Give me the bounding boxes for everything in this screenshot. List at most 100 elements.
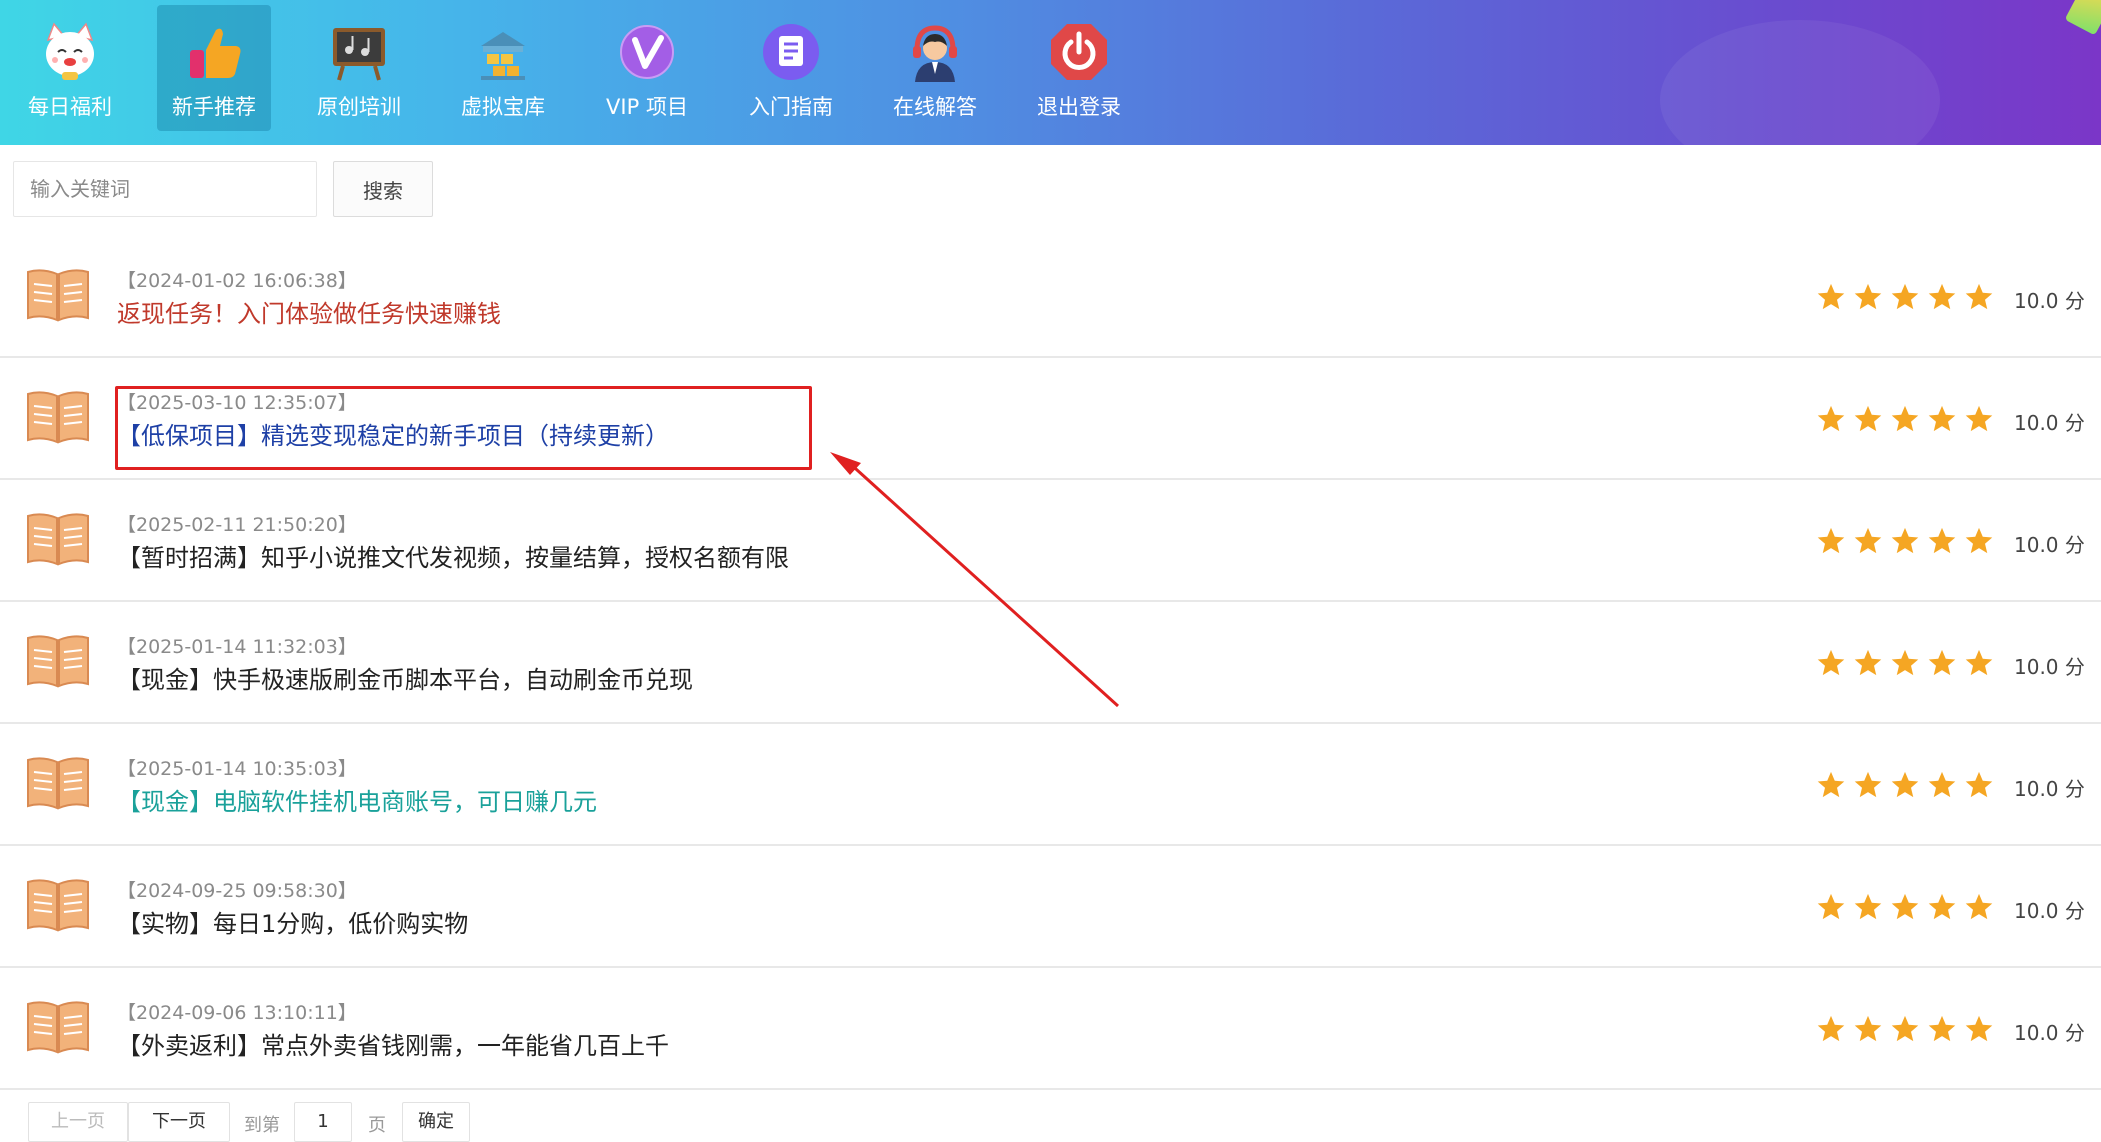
article-row[interactable]: 【2024-09-06 13:10:11】 【外卖返利】常点外卖省钱刚需，一年能省…	[0, 968, 2101, 1090]
rating-score: 10.0 分	[2014, 777, 2085, 801]
nav-label: 虚拟宝库	[461, 95, 545, 119]
article-date: 【2024-01-02 16:06:38】	[117, 270, 357, 292]
star-icon	[1928, 893, 1956, 920]
goto-suffix: 页	[368, 1115, 386, 1136]
rating-stars	[1816, 892, 2001, 924]
star-icon	[1854, 649, 1882, 676]
nav-item-getting-started[interactable]: 入门指南	[734, 5, 848, 131]
prev-page-button[interactable]: 上一页	[28, 1102, 128, 1142]
rating-score: 10.0 分	[2014, 411, 2085, 435]
rating-score: 10.0 分	[2014, 655, 2085, 679]
vip-icon	[620, 25, 674, 79]
star-icon	[1928, 649, 1956, 676]
star-icon	[1965, 771, 1993, 798]
nav-item-logout[interactable]: 退出登录	[1022, 5, 1136, 131]
rating-stars	[1816, 770, 2001, 802]
star-icon	[1817, 527, 1845, 554]
nav-label: 入门指南	[749, 95, 833, 119]
rating-stars	[1816, 648, 2001, 680]
star-icon	[1891, 649, 1919, 676]
star-icon	[1965, 527, 1993, 554]
nav-item-original-training[interactable]: 原创培训	[302, 5, 416, 131]
book-icon	[26, 876, 90, 932]
article-row[interactable]: 【2025-02-11 21:50:20】 【暂时招满】知乎小说推文代发视频，按量…	[0, 480, 2101, 602]
rating-stars	[1816, 1014, 2001, 1046]
nav-label: VIP 项目	[606, 95, 688, 119]
book-icon	[26, 632, 90, 688]
power-icon	[1051, 24, 1107, 80]
book-icon	[26, 388, 90, 444]
book-icon	[26, 510, 90, 566]
nav-item-vip-projects[interactable]: VIP 项目	[590, 5, 704, 131]
lucky-cat-icon	[46, 22, 94, 80]
document-icon	[763, 24, 819, 80]
star-icon	[1965, 405, 1993, 432]
customer-service-icon	[913, 25, 957, 82]
article-date: 【2024-09-25 09:58:30】	[117, 880, 357, 902]
page-number-input[interactable]: 1	[294, 1102, 352, 1142]
book-icon	[26, 998, 90, 1054]
star-icon	[1891, 405, 1919, 432]
rating-score: 10.0 分	[2014, 899, 2085, 923]
rating-score: 10.0 分	[2014, 1021, 2085, 1045]
star-icon	[1891, 1015, 1919, 1042]
star-icon	[1965, 1015, 1993, 1042]
star-icon	[1928, 771, 1956, 798]
article-date: 【2025-01-14 10:35:03】	[117, 758, 357, 780]
article-row[interactable]: 【2025-01-14 10:35:03】 【现金】电脑软件挂机电商账号，可日赚几…	[0, 724, 2101, 846]
star-icon	[1817, 283, 1845, 310]
nav-label: 退出登录	[1037, 95, 1121, 119]
rating-score: 10.0 分	[2014, 533, 2085, 557]
star-icon	[1965, 283, 1993, 310]
article-date: 【2025-02-11 21:50:20】	[117, 514, 357, 536]
highlight-annotation-box	[115, 386, 812, 470]
star-icon	[1891, 893, 1919, 920]
star-icon	[1928, 1015, 1956, 1042]
nav-item-beginner-recommend[interactable]: 新手推荐	[157, 5, 271, 131]
star-icon	[1928, 405, 1956, 432]
star-icon	[1928, 527, 1956, 554]
nav-item-online-help[interactable]: 在线解答	[878, 5, 992, 131]
rating-stars	[1816, 282, 2001, 314]
star-icon	[1854, 283, 1882, 310]
nav-label: 每日福利	[28, 95, 112, 119]
star-icon	[1891, 527, 1919, 554]
article-date: 【2025-01-14 11:32:03】	[117, 636, 357, 658]
star-icon	[1817, 649, 1845, 676]
star-icon	[1817, 771, 1845, 798]
music-board-icon	[333, 28, 385, 81]
article-row[interactable]: 【2025-01-14 11:32:03】 【现金】快手极速版刷金币脚本平台，自动…	[0, 602, 2101, 724]
star-icon	[1854, 893, 1882, 920]
nav-label: 原创培训	[317, 95, 401, 119]
next-page-button[interactable]: 下一页	[128, 1102, 230, 1142]
thumbs-up-icon	[190, 28, 241, 78]
rating-score: 10.0 分	[2014, 289, 2085, 313]
treasure-icon	[481, 32, 525, 80]
star-icon	[1891, 283, 1919, 310]
article-title-link[interactable]: 【外卖返利】常点外卖省钱刚需，一年能省几百上千	[117, 1026, 669, 1061]
star-icon	[1854, 527, 1882, 554]
article-row[interactable]: 【2024-01-02 16:06:38】 返现任务！入门体验做任务快速赚钱 10.…	[0, 236, 2101, 358]
nav-item-daily-benefits[interactable]: 每日福利	[13, 5, 127, 131]
rating-stars	[1816, 404, 2001, 436]
article-list: 【2024-01-02 16:06:38】 返现任务！入门体验做任务快速赚钱 10.…	[0, 236, 2101, 1090]
goto-prefix: 到第	[244, 1115, 280, 1136]
star-icon	[1817, 1015, 1845, 1042]
article-title-link[interactable]: 【实物】每日1分购，低价购实物	[117, 904, 468, 939]
header-decoration	[1660, 20, 1940, 145]
corner-decoration	[2064, 0, 2101, 36]
book-icon	[26, 754, 90, 810]
search-input[interactable]	[13, 161, 317, 217]
article-title-link[interactable]: 【现金】快手极速版刷金币脚本平台，自动刷金币兑现	[117, 660, 693, 695]
search-button[interactable]: 搜索	[333, 161, 433, 217]
confirm-page-button[interactable]: 确定	[402, 1102, 470, 1142]
article-title-link[interactable]: 【现金】电脑软件挂机电商账号，可日赚几元	[117, 782, 597, 817]
article-title-link[interactable]: 【暂时招满】知乎小说推文代发视频，按量结算，授权名额有限	[117, 538, 789, 573]
article-row[interactable]: 【2024-09-25 09:58:30】 【实物】每日1分购，低价购实物 10.0…	[0, 846, 2101, 968]
article-title-link[interactable]: 返现任务！入门体验做任务快速赚钱	[117, 294, 501, 329]
star-icon	[1854, 771, 1882, 798]
star-icon	[1891, 771, 1919, 798]
star-icon	[1817, 893, 1845, 920]
top-navigation-bar: 每日福利 新手推荐 原创培训 虚拟宝库 VIP 项目 入门指南 在线解答 退出登…	[0, 0, 2101, 145]
nav-item-virtual-treasury[interactable]: 虚拟宝库	[446, 5, 560, 131]
